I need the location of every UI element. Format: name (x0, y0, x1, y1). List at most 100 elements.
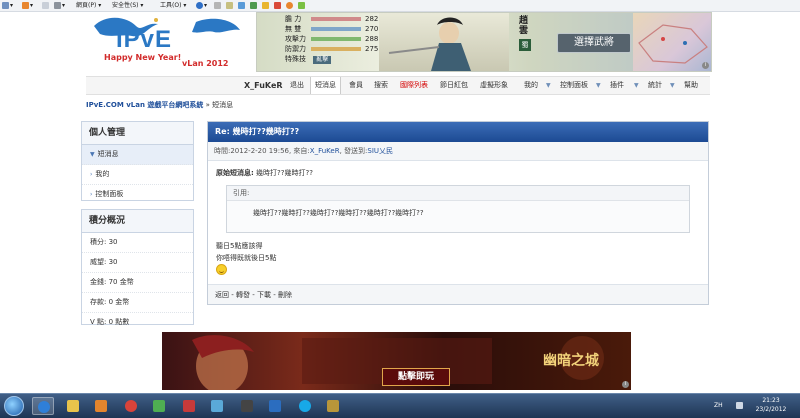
message-meta: 時間:2012-2-20 19:56, 來自:X_FuKeR, 發送到:SIU乂… (208, 142, 708, 161)
chevron-down-icon[interactable]: ▼ (670, 77, 675, 94)
rss-icon (22, 2, 29, 9)
tray-language[interactable]: ZH (714, 402, 723, 409)
points-money: 金錢: 70 金幣 (82, 273, 193, 293)
site-logo[interactable]: IPvE Happy New Year! vLan 2012 (86, 12, 246, 72)
globe-icon (286, 2, 293, 9)
app-icon (153, 400, 165, 412)
nav-mine[interactable]: 我的 (524, 77, 538, 94)
sidebar-item-control-panel[interactable]: › 控制面板 (82, 185, 193, 204)
taskbar-app-3[interactable] (206, 397, 228, 415)
toolbar-addon-7[interactable] (286, 1, 294, 10)
nav-messages[interactable]: 短消息 (310, 77, 341, 94)
forward-link[interactable]: 轉發 (236, 291, 250, 299)
sidebar-item-mine[interactable]: › 我的 (82, 165, 193, 185)
nav-search[interactable]: 搜索 (374, 77, 388, 94)
toolbar-addon-4[interactable] (250, 1, 258, 10)
mail-icon (42, 2, 49, 9)
stat-value: 288 (365, 35, 379, 43)
nav-stats[interactable]: 統計 (648, 77, 662, 94)
hero-name: 趙雲 (519, 16, 529, 36)
taskbar-app-1[interactable] (148, 397, 170, 415)
sidebar-points: 積分概況 積分: 30 威望: 30 金錢: 70 金幣 存款: 0 金幣 V … (81, 209, 194, 326)
page-menu[interactable]: 網頁(P) ▾ (76, 1, 101, 10)
chevron-right-icon: › (90, 171, 93, 178)
toolbar-addon-1[interactable] (214, 1, 222, 10)
back-link[interactable]: 返回 (215, 291, 229, 299)
top-game-banner[interactable]: 膽 力 282 無 雙 270 攻擊力 288 防禦力 275 特殊技 亂擊 趙雲 蜀 … (256, 12, 712, 72)
nav-help[interactable]: 幫助 (684, 77, 698, 94)
taskbar-app-2[interactable] (178, 397, 200, 415)
sidebar-personal-title: 個人管理 (82, 122, 193, 145)
sidebar-personal: 個人管理 ▼ 短消息 › 我的 › 控制面板 (81, 121, 194, 201)
taskbar-media[interactable] (90, 397, 112, 415)
print-button[interactable]: ▾ (54, 1, 65, 10)
home-button[interactable]: ▾ (2, 1, 13, 10)
download-link[interactable]: 下載 (257, 291, 271, 299)
pen-icon (226, 2, 233, 9)
logo-tagline-2: vLan 2012 (182, 59, 229, 68)
chevron-right-icon: › (90, 191, 93, 198)
tray-clock[interactable]: 21:23 23/2/2012 (748, 396, 794, 414)
folder-icon (67, 400, 79, 412)
volume-icon[interactable] (736, 402, 743, 409)
nav-logout[interactable]: 退出 (290, 77, 304, 94)
toolbar-addon-6[interactable] (274, 1, 282, 10)
nav-intl-list[interactable]: 國際列表 (400, 77, 428, 94)
sidebar-item-messages[interactable]: ▼ 短消息 (82, 145, 193, 165)
chevron-down-icon[interactable]: ▼ (546, 77, 551, 94)
ad-info-icon[interactable]: i (702, 62, 709, 69)
main-nav: X_FuKeR 退出 短消息 會員 搜索 國際列表 節日紅包 虛擬形象 我的 ▼… (86, 76, 710, 95)
breadcrumb-site[interactable]: IPvE.COM vLan 遊戲平台網吧系統 (86, 101, 203, 109)
feeds-button[interactable]: ▾ (22, 1, 33, 10)
leaf-icon (298, 2, 305, 9)
nav-plugins[interactable]: 插件 (610, 77, 624, 94)
message-actions: 返回 - 轉發 - 下載 - 刪除 (208, 284, 708, 304)
choose-general-button[interactable]: 選擇武將 (557, 33, 631, 53)
help-button[interactable]: ▾ (196, 1, 207, 10)
taskbar-explorer[interactable] (62, 397, 84, 415)
points-deposit: 存款: 0 金幣 (82, 293, 193, 313)
nav-control-panel[interactable]: 控制面板 (560, 77, 588, 94)
ad-info-icon[interactable]: i (622, 381, 629, 388)
bottom-game-banner[interactable]: 點擊即玩 幽暗之城 i (162, 332, 631, 390)
points-credits: 積分: 30 (82, 233, 193, 253)
toolbar-addon-3[interactable] (238, 1, 246, 10)
sender-link[interactable]: X_FuKeR (310, 147, 340, 155)
start-button[interactable] (4, 396, 24, 416)
stat-label: 攻擊力 (285, 35, 306, 43)
stat-row: 無 雙 270 (285, 25, 378, 34)
shield-icon (274, 2, 281, 9)
taskbar-app-4[interactable] (236, 397, 258, 415)
toolbar-addon-5[interactable] (262, 1, 270, 10)
nav-avatar[interactable]: 虛擬形象 (480, 77, 508, 94)
warrior-figure-icon (388, 17, 471, 71)
addon-icon (214, 2, 221, 9)
nav-members[interactable]: 會員 (349, 77, 363, 94)
chevron-down-icon[interactable]: ▼ (634, 77, 639, 94)
quote-text: 幾時打??幾時打??幾時打??幾時打??幾時打??幾時打?? (253, 209, 424, 217)
skype-icon (299, 400, 311, 412)
toolbar-addon-8[interactable] (298, 1, 306, 10)
safety-menu[interactable]: 安全性(S) ▾ (112, 1, 143, 10)
star-icon (262, 2, 269, 9)
recipient-link[interactable]: SIU乂民 (367, 147, 393, 155)
skill-label: 特殊技 (285, 55, 306, 63)
taskbar-app-5[interactable] (264, 397, 286, 415)
delete-link[interactable]: 刪除 (278, 291, 292, 299)
taskbar-chrome[interactable] (120, 397, 142, 415)
stat-bar (311, 37, 361, 41)
taskbar-ie[interactable] (32, 397, 54, 415)
taskbar-skype[interactable] (294, 397, 316, 415)
mail-button[interactable] (42, 1, 50, 10)
app-icon (183, 400, 195, 412)
nav-festival-red[interactable]: 節日紅包 (440, 77, 468, 94)
taskbar-lol[interactable] (322, 397, 344, 415)
nav-username[interactable]: X_FuKeR (244, 77, 283, 94)
banner-map (633, 13, 711, 71)
chevron-down-icon[interactable]: ▼ (596, 77, 601, 94)
play-now-button[interactable]: 點擊即玩 (382, 368, 450, 386)
tools-menu[interactable]: 工具(O) ▾ (160, 1, 186, 10)
toolbar-addon-2[interactable] (226, 1, 234, 10)
chrome-icon (125, 400, 137, 412)
quote-label: 引用: (227, 186, 689, 201)
